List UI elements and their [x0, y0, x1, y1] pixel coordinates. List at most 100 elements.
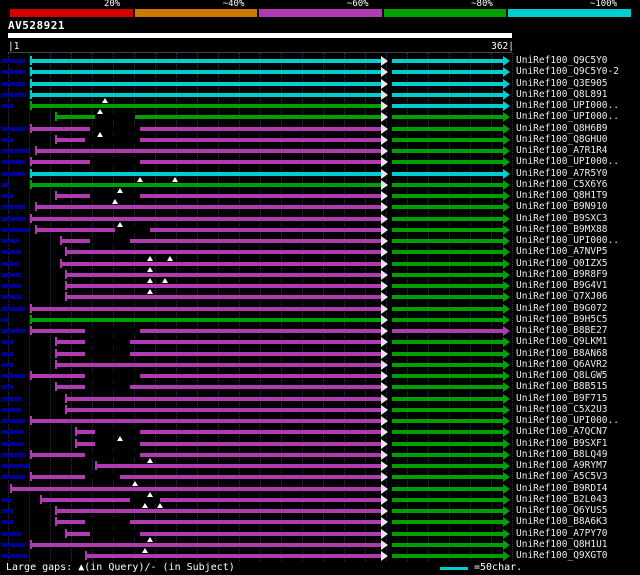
hit-bar-segment[interactable] [392, 160, 503, 165]
hit-label[interactable]: UniRef100_Q9C5Y0 [516, 56, 608, 66]
hit-bar-segment[interactable] [392, 59, 503, 63]
hit-bar-segment[interactable] [392, 542, 503, 547]
hit-bar-segment[interactable] [392, 250, 503, 255]
hit-label[interactable]: UniRef100_B9H5C5 [516, 314, 608, 325]
hit-bar-segment[interactable] [392, 70, 503, 75]
hit-bar-segment[interactable] [392, 554, 503, 558]
hit-bar-segment[interactable] [392, 486, 503, 491]
hit-label[interactable]: UniRef100_B8B515 [516, 382, 608, 392]
hit-bar-segment[interactable] [35, 205, 381, 210]
hit-label[interactable]: UniRef100_B9R8F9 [516, 269, 608, 280]
hit-bar-segment[interactable] [35, 227, 381, 232]
hit-bar-segment[interactable] [30, 216, 381, 221]
hit-bar-segment[interactable] [392, 520, 503, 525]
hit-bar-segment[interactable] [30, 329, 381, 333]
hit-bar-segment[interactable] [30, 160, 381, 165]
hit-bar-segment[interactable] [392, 497, 503, 502]
hit-bar-segment[interactable] [95, 464, 381, 468]
hit-bar-segment[interactable] [392, 115, 503, 120]
hit-bar-segment[interactable] [392, 317, 503, 322]
hit-bar-segment[interactable] [10, 486, 381, 491]
hit-label[interactable]: UniRef100_Q0IZX5 [516, 258, 608, 269]
hit-label[interactable]: UniRef100_Q8GHU0 [516, 134, 608, 145]
hit-label[interactable]: UniRef100_B8LQ49 [516, 449, 608, 460]
hit-bar-segment[interactable] [30, 81, 381, 86]
hit-bar-segment[interactable] [30, 475, 381, 480]
hit-bar-segment[interactable] [65, 272, 381, 277]
hit-label[interactable]: UniRef100_UPI000.. [516, 101, 619, 111]
hit-label[interactable]: UniRef100_Q8LGW5 [516, 371, 608, 381]
hit-label[interactable]: UniRef100_B8A6K3 [516, 517, 608, 527]
hit-bar-segment[interactable] [392, 261, 503, 266]
hit-label[interactable]: UniRef100_B9SXC3 [516, 213, 608, 224]
hit-label[interactable]: UniRef100_B2L043 [516, 494, 608, 505]
hit-bar-segment[interactable] [392, 385, 503, 390]
hit-label[interactable]: UniRef100_A7R5Y0 [516, 168, 608, 179]
hit-bar-segment[interactable] [30, 70, 381, 75]
hit-bar-segment[interactable] [392, 284, 503, 288]
hit-bar-segment[interactable] [392, 464, 503, 468]
hit-bar-segment[interactable] [35, 149, 381, 153]
hit-bar-segment[interactable] [65, 396, 381, 401]
hit-bar-segment[interactable] [392, 396, 503, 401]
hit-bar-segment[interactable] [392, 441, 503, 446]
hit-bar-segment[interactable] [392, 205, 503, 210]
hit-label[interactable]: UniRef100_B9G4V1 [516, 281, 608, 291]
hit-bar-segment[interactable] [30, 92, 381, 97]
hit-label[interactable]: UniRef100_UPI000.. [516, 157, 619, 167]
hit-bar-segment[interactable] [392, 92, 503, 97]
hit-label[interactable]: UniRef100_Q9C5Y0-2 [516, 67, 619, 77]
hit-bar-segment[interactable] [85, 554, 381, 558]
hit-bar-segment[interactable] [55, 362, 381, 367]
hit-label[interactable]: UniRef100_A7PY70 [516, 528, 608, 539]
hit-label[interactable]: UniRef100_C5X6Y6 [516, 179, 608, 190]
hit-bar-segment[interactable] [392, 329, 503, 333]
hit-label[interactable]: UniRef100_B9G072 [516, 303, 608, 314]
hit-bar-segment[interactable] [55, 509, 381, 513]
hit-label[interactable]: UniRef100_Q8H6B9 [516, 123, 608, 134]
hit-bar-segment[interactable] [392, 272, 503, 277]
hit-bar-segment[interactable] [392, 104, 503, 108]
hit-label[interactable]: UniRef100_B8AN68 [516, 348, 608, 359]
hit-bar-segment[interactable] [392, 407, 503, 412]
hit-bar-segment[interactable] [392, 227, 503, 232]
hit-bar-segment[interactable] [65, 250, 381, 255]
hit-bar-segment[interactable] [392, 182, 503, 187]
hit-bar-segment[interactable] [392, 194, 503, 198]
hit-label[interactable]: UniRef100_B9SXF1 [516, 438, 608, 449]
hit-bar-segment[interactable] [30, 104, 381, 108]
hit-bar-segment[interactable] [392, 351, 503, 356]
hit-label[interactable]: UniRef100_B8BE27 [516, 326, 608, 336]
hit-label[interactable]: UniRef100_A7QCN7 [516, 427, 608, 437]
hit-bar-segment[interactable] [392, 362, 503, 367]
hit-label[interactable]: UniRef100_B9F715 [516, 393, 608, 404]
hit-bar-segment[interactable] [30, 374, 381, 378]
hit-bar-segment[interactable] [60, 261, 381, 266]
hit-label[interactable]: UniRef100_A5C5V3 [516, 472, 608, 482]
hit-label[interactable]: UniRef100_Q9LKM1 [516, 337, 608, 347]
hit-bar-segment[interactable] [392, 419, 503, 423]
hit-label[interactable]: UniRef100_Q9XGT0 [516, 551, 608, 561]
hit-label[interactable]: UniRef100_B9N910 [516, 202, 608, 212]
hit-label[interactable]: UniRef100_UPI000.. [516, 236, 619, 246]
hit-bar-segment[interactable] [392, 430, 503, 435]
hit-bar-segment[interactable] [40, 497, 381, 502]
hit-bar-segment[interactable] [30, 126, 381, 131]
hit-label[interactable]: UniRef100_A7NVP5 [516, 247, 608, 257]
hit-bar-segment[interactable] [392, 374, 503, 378]
hit-bar-segment[interactable] [30, 59, 381, 63]
hit-bar-segment[interactable] [30, 171, 381, 176]
hit-bar-segment[interactable] [392, 137, 503, 142]
hit-bar-segment[interactable] [392, 340, 503, 345]
hit-bar-segment[interactable] [30, 419, 381, 423]
hit-bar-segment[interactable] [392, 306, 503, 311]
hit-bar-segment[interactable] [30, 317, 381, 322]
hit-label[interactable]: UniRef100_Q6YUS5 [516, 506, 608, 516]
hit-label[interactable]: UniRef100_Q3E905 [516, 78, 608, 89]
hit-label[interactable]: UniRef100_Q6AVR2 [516, 359, 608, 370]
hit-bar-segment[interactable] [65, 295, 381, 300]
hit-label[interactable]: UniRef100_Q7XJ06 [516, 292, 608, 302]
hit-label[interactable]: UniRef100_UPI000.. [516, 112, 619, 122]
hit-bar-segment[interactable] [392, 239, 503, 243]
hit-bar-segment[interactable] [392, 216, 503, 221]
